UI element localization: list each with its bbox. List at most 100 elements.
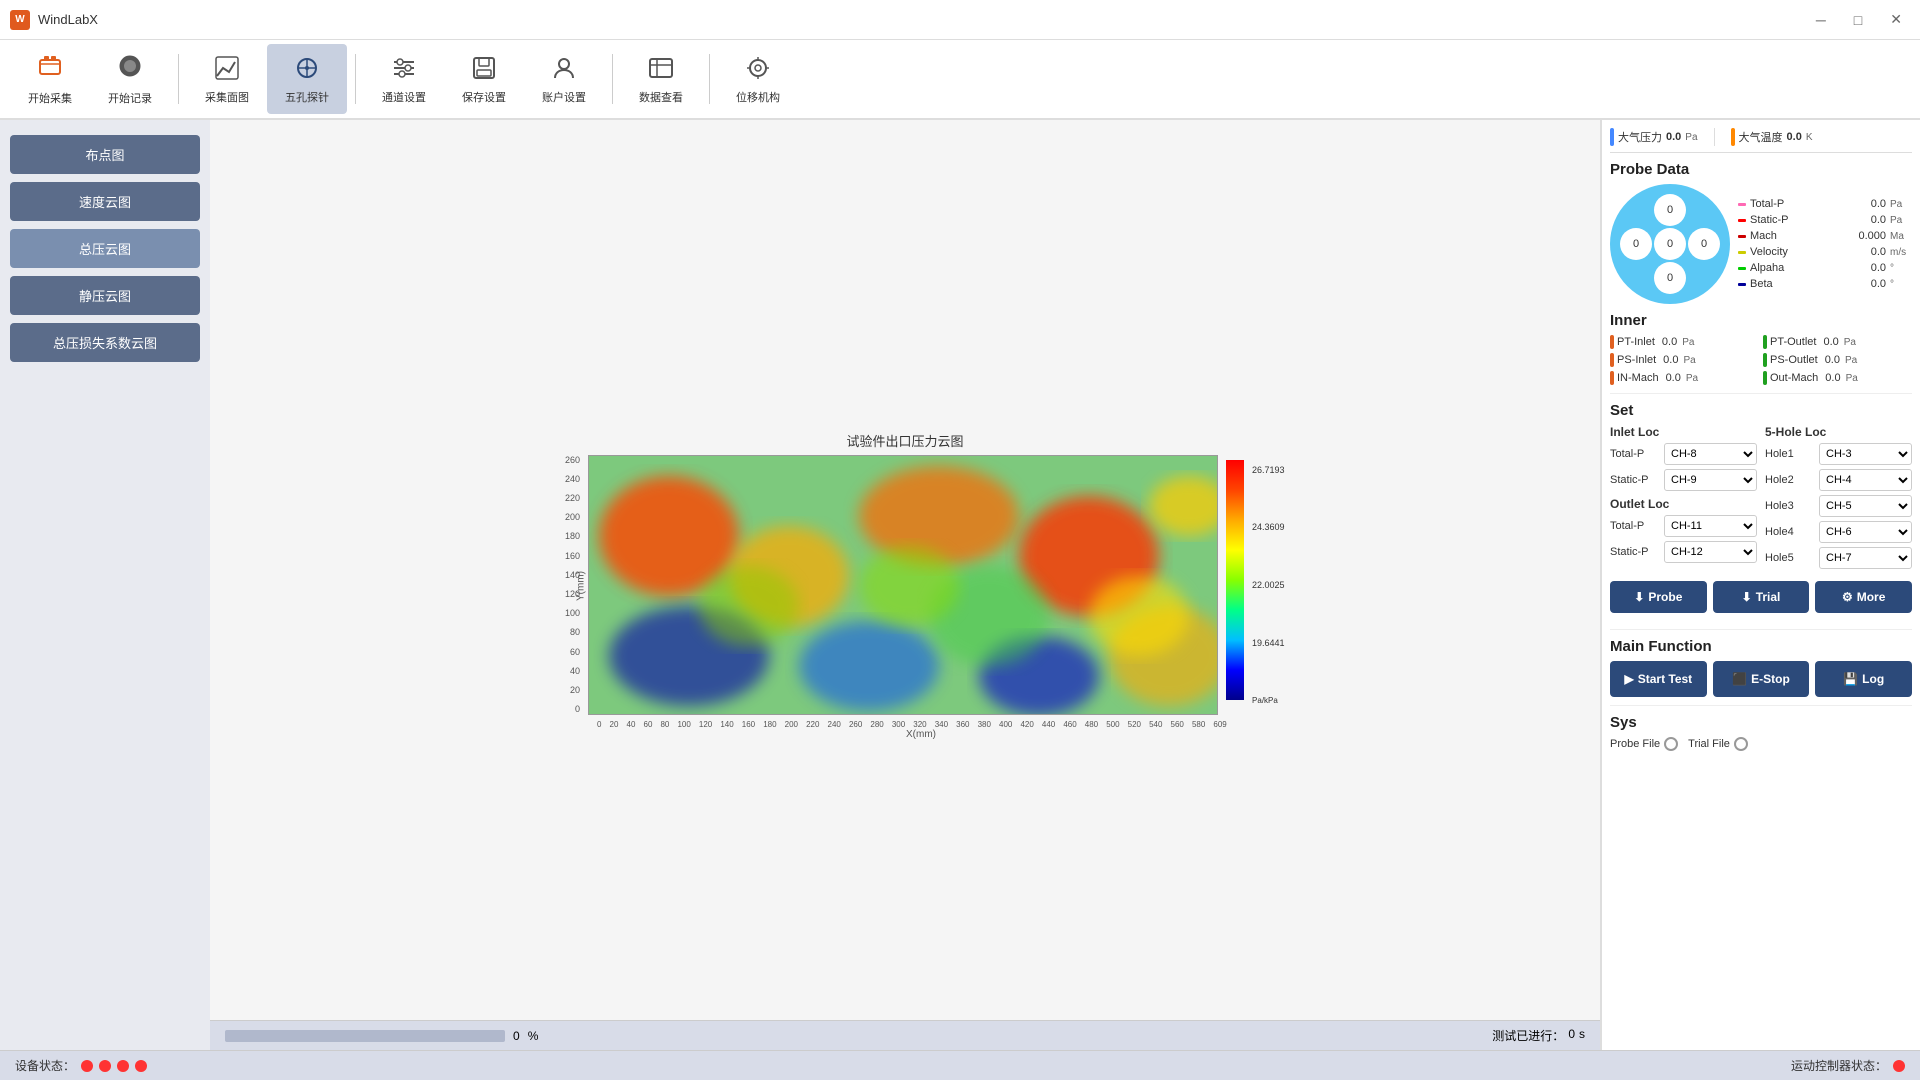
chart-container: 试验件出口压力云图 260 240 220 200 180 160 140 12… — [565, 431, 1245, 740]
sidebar-btn-static-pressure-cloud[interactable]: 静压云图 — [10, 276, 200, 315]
outlet-static-p-select[interactable]: CH-12 — [1664, 541, 1757, 563]
toolbar-divider-4 — [709, 54, 710, 104]
hole5-select[interactable]: CH-7 — [1819, 547, 1912, 569]
inner-section: Inner PT-Inlet 0.0 Pa PT-Outlet 0.0 Pa P… — [1610, 312, 1912, 394]
hole5-row: Hole5 CH-7 — [1765, 547, 1912, 569]
outlet-total-p-select[interactable]: CH-11 — [1664, 515, 1757, 537]
toolbar-divider-1 — [178, 54, 179, 104]
colorbar-mid2: 22.0025 — [1252, 580, 1285, 590]
toolbar-label-collect-surface: 采集面图 — [205, 89, 249, 105]
metric-velocity: Velocity 0.0 m/s — [1738, 246, 1912, 258]
probe-download-icon: ⬇ — [1634, 590, 1644, 604]
test-status-label: 测试已进行： — [1492, 1027, 1564, 1044]
toolbar-label-start-collect: 开始采集 — [28, 90, 72, 106]
start-test-button[interactable]: ▶ Start Test — [1610, 661, 1707, 697]
minimize-button[interactable]: ─ — [1808, 7, 1834, 32]
progress-unit: % — [528, 1029, 539, 1043]
toolbar-label-position-mechanism: 位移机构 — [736, 89, 780, 105]
hole3-select[interactable]: CH-5 — [1819, 495, 1912, 517]
x-axis-label: X(mm) — [597, 729, 1245, 740]
sidebar-btn-total-pressure-cloud[interactable]: 总压云图 — [10, 229, 200, 268]
set-title: Set — [1610, 402, 1912, 419]
toolbar: 开始采集 开始记录 采集面图 五孔探针 通道设置 — [0, 40, 1920, 120]
five-hole-loc-title: 5-Hole Loc — [1765, 425, 1912, 439]
test-status-value: 0 — [1568, 1027, 1575, 1044]
sidebar-btn-total-pressure-loss[interactable]: 总压损失系数云图 — [10, 323, 200, 362]
sidebar: 布点图 速度云图 总压云图 静压云图 总压损失系数云图 — [0, 120, 210, 1050]
log-button[interactable]: 💾 Log — [1815, 661, 1912, 697]
close-button[interactable]: ✕ — [1882, 7, 1910, 32]
progress-track — [225, 1030, 505, 1042]
toolbar-group-5: 位移机构 — [718, 44, 798, 114]
toolbar-item-data-view[interactable]: 数据查看 — [621, 44, 701, 114]
metric-mach: Mach 0.000 Ma — [1738, 230, 1912, 242]
probe-metrics: Total-P 0.0 Pa Static-P 0.0 Pa Mach 0.00… — [1738, 184, 1912, 304]
colorbar-unit: Pa/kPa — [1252, 696, 1285, 705]
log-icon: 💾 — [1843, 672, 1858, 686]
progress-value: 0 — [513, 1029, 520, 1043]
inner-in-mach: IN-Mach 0.0 Pa — [1610, 371, 1759, 385]
metric-alpaha: Alpaha 0.0 ° — [1738, 262, 1912, 274]
trial-file-radio[interactable] — [1734, 737, 1748, 751]
atmosphere-bar: 大气压力 0.0 Pa 大气温度 0.0 K — [1610, 128, 1912, 153]
maximize-button[interactable]: □ — [1846, 7, 1870, 32]
hole1-row: Hole1 CH-3 — [1765, 443, 1912, 465]
status-dot-3 — [117, 1060, 129, 1072]
outlet-loc-title: Outlet Loc — [1610, 497, 1757, 511]
probe-button[interactable]: ⬇ Probe — [1610, 581, 1707, 613]
chart-title: 试验件出口压力云图 — [565, 431, 1245, 450]
sidebar-btn-velocity-cloud[interactable]: 速度云图 — [10, 182, 200, 221]
inlet-static-p-select[interactable]: CH-9 — [1664, 469, 1757, 491]
status-dot-2 — [99, 1060, 111, 1072]
five-hole-col: 5-Hole Loc Hole1 CH-3 Hole2 CH-4 — [1765, 425, 1912, 573]
metric-beta: Beta 0.0 ° — [1738, 278, 1912, 290]
set-section: Set Inlet Loc Total-P CH-8 Static-P CH-9 — [1610, 402, 1912, 630]
title-bar: W WindLabX ─ □ ✕ — [0, 0, 1920, 40]
status-bar: 设备状态： 运动控制器状态： — [0, 1050, 1920, 1080]
title-bar-left: W WindLabX — [10, 10, 98, 30]
sidebar-btn-dot-map[interactable]: 布点图 — [10, 135, 200, 174]
outlet-total-p-row: Total-P CH-11 — [1610, 515, 1757, 537]
toolbar-divider-3 — [612, 54, 613, 104]
device-status-label: 设备状态： — [15, 1057, 75, 1074]
toolbar-label-save-settings: 保存设置 — [462, 89, 506, 105]
test-status: 测试已进行： 0 s — [1492, 1027, 1585, 1044]
probe-hole-center: 0 — [1654, 228, 1686, 260]
inlet-total-p-select[interactable]: CH-8 — [1664, 443, 1757, 465]
probe-file-radio[interactable] — [1664, 737, 1678, 751]
inner-ps-inlet: PS-Inlet 0.0 Pa — [1610, 353, 1759, 367]
hole1-select[interactable]: CH-3 — [1819, 443, 1912, 465]
toolbar-item-start-collect[interactable]: 开始采集 — [10, 44, 90, 114]
toolbar-item-save-settings[interactable]: 保存设置 — [444, 44, 524, 114]
toolbar-item-account-settings[interactable]: 账户设置 — [524, 44, 604, 114]
motion-status-dot — [1893, 1060, 1905, 1072]
inlet-outlet-col: Inlet Loc Total-P CH-8 Static-P CH-9 Out… — [1610, 425, 1757, 573]
more-settings-icon: ⚙ — [1842, 590, 1853, 604]
e-stop-button[interactable]: ⬛ E-Stop — [1713, 661, 1810, 697]
toolbar-item-channel-settings[interactable]: 通道设置 — [364, 44, 444, 114]
atmosphere-pressure: 大气压力 0.0 Pa — [1610, 128, 1698, 146]
hole4-select[interactable]: CH-6 — [1819, 521, 1912, 543]
toolbar-label-start-record: 开始记录 — [108, 90, 152, 106]
toolbar-item-collect-surface[interactable]: 采集面图 — [187, 44, 267, 114]
sys-section: Sys Probe File Trial File — [1610, 714, 1912, 751]
toolbar-group: 开始采集 开始记录 — [10, 44, 170, 114]
sys-title: Sys — [1610, 714, 1912, 731]
toolbar-item-position-mechanism[interactable]: 位移机构 — [718, 44, 798, 114]
hole2-select[interactable]: CH-4 — [1819, 469, 1912, 491]
inlet-total-p-row: Total-P CH-8 — [1610, 443, 1757, 465]
toolbar-item-five-hole-probe[interactable]: 五孔探针 — [267, 44, 347, 114]
status-dot-4 — [135, 1060, 147, 1072]
probe-hole-bottom: 0 — [1654, 262, 1686, 294]
toolbar-item-start-record[interactable]: 开始记录 — [90, 44, 170, 114]
inner-pt-outlet: PT-Outlet 0.0 Pa — [1763, 335, 1912, 349]
toolbar-divider-2 — [355, 54, 356, 104]
hole2-row: Hole2 CH-4 — [1765, 469, 1912, 491]
toolbar-group-4: 数据查看 — [621, 44, 701, 114]
hole4-row: Hole4 CH-6 — [1765, 521, 1912, 543]
main-function-buttons: ▶ Start Test ⬛ E-Stop 💾 Log — [1610, 661, 1912, 697]
stop-icon: ⬛ — [1732, 672, 1747, 686]
probe-data-title: Probe Data — [1610, 161, 1912, 178]
more-button[interactable]: ⚙ More — [1815, 581, 1912, 613]
trial-button[interactable]: ⬇ Trial — [1713, 581, 1810, 613]
